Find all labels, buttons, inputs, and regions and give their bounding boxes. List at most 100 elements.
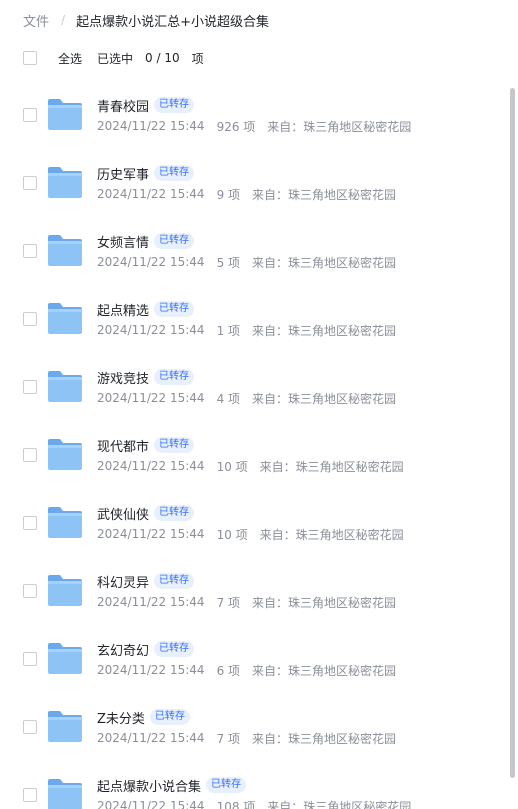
file-name[interactable]: 起点爆款小说合集 (97, 776, 201, 795)
file-item-count: 10 项 (216, 527, 248, 542)
saved-status-badge: 已转存 (149, 709, 190, 725)
file-name[interactable]: 武侠仙侠 (97, 504, 149, 523)
saved-status-badge: 已转存 (206, 777, 247, 793)
file-source: 来自：珠三角地区秘密花园 (252, 731, 397, 746)
row-checkbox[interactable] (23, 108, 37, 122)
file-item-count: 6 项 (216, 663, 241, 678)
file-item-count: 108 项 (216, 799, 256, 809)
file-meta: 2024/11/22 15:44 9 项 来自：珠三角地区秘密花园 (97, 185, 396, 203)
file-row[interactable]: 科幻灵异 已转存 2024/11/22 15:44 7 项 来自：珠三角地区秘密… (0, 556, 508, 624)
file-name-line: 历史军事 已转存 (97, 163, 195, 183)
folder-icon (48, 167, 82, 198)
row-checkbox[interactable] (23, 176, 37, 190)
row-checkbox[interactable] (23, 312, 37, 326)
file-source: 来自：珠三角地区秘密花园 (252, 595, 397, 610)
row-checkbox[interactable] (23, 244, 37, 258)
file-name[interactable]: 女频言情 (97, 232, 149, 251)
file-row[interactable]: Z未分类 已转存 2024/11/22 15:44 7 项 来自：珠三角地区秘密… (0, 692, 508, 760)
breadcrumb-root-link[interactable]: 文件 (23, 11, 49, 30)
file-name[interactable]: 玄幻奇幻 (97, 640, 149, 659)
saved-status-badge: 已转存 (154, 641, 195, 657)
saved-status-badge: 已转存 (154, 505, 195, 521)
file-name-line: 女频言情 已转存 (97, 231, 195, 251)
file-item-count: 1 项 (216, 323, 241, 338)
row-checkbox[interactable] (23, 516, 37, 530)
file-row[interactable]: 游戏竞技 已转存 2024/11/22 15:44 4 项 来自：珠三角地区秘密… (0, 352, 508, 420)
folder-icon (48, 643, 82, 674)
saved-status-badge: 已转存 (154, 437, 195, 453)
file-row[interactable]: 起点精选 已转存 2024/11/22 15:44 1 项 来自：珠三角地区秘密… (0, 284, 508, 352)
scrollbar[interactable] (508, 80, 518, 809)
row-checkbox[interactable] (23, 448, 37, 462)
file-item-count: 4 项 (216, 391, 241, 406)
file-source: 来自：珠三角地区秘密花园 (252, 391, 397, 406)
file-item-count: 926 项 (216, 119, 256, 134)
file-source: 来自：珠三角地区秘密花园 (252, 323, 397, 338)
select-all-checkbox[interactable] (23, 51, 37, 65)
file-row[interactable]: 女频言情 已转存 2024/11/22 15:44 5 项 来自：珠三角地区秘密… (0, 216, 508, 284)
file-meta: 2024/11/22 15:44 6 项 来自：珠三角地区秘密花园 (97, 661, 396, 679)
file-date: 2024/11/22 15:44 (97, 187, 205, 201)
row-checkbox[interactable] (23, 788, 37, 802)
saved-status-badge: 已转存 (154, 573, 195, 589)
file-source: 来自：珠三角地区秘密花园 (252, 663, 397, 678)
row-checkbox[interactable] (23, 380, 37, 394)
file-item-count: 7 项 (216, 595, 241, 610)
file-row[interactable]: 现代都市 已转存 2024/11/22 15:44 10 项 来自：珠三角地区秘… (0, 420, 508, 488)
file-name[interactable]: 起点精选 (97, 300, 149, 319)
file-item-count: 7 项 (216, 731, 241, 746)
file-source: 来自：珠三角地区秘密花园 (259, 527, 404, 542)
row-checkbox[interactable] (23, 720, 37, 734)
breadcrumb: 文件 / 起点爆款小说汇总+小说超级合集 (23, 10, 269, 30)
file-row[interactable]: 武侠仙侠 已转存 2024/11/22 15:44 10 项 来自：珠三角地区秘… (0, 488, 508, 556)
row-checkbox[interactable] (23, 584, 37, 598)
file-name-line: 武侠仙侠 已转存 (97, 503, 195, 523)
file-date: 2024/11/22 15:44 (97, 323, 205, 337)
file-name[interactable]: Z未分类 (97, 708, 145, 727)
file-meta: 2024/11/22 15:44 5 项 来自：珠三角地区秘密花园 (97, 253, 396, 271)
row-checkbox[interactable] (23, 652, 37, 666)
folder-icon (48, 303, 82, 334)
breadcrumb-current-folder: 起点爆款小说汇总+小说超级合集 (76, 14, 269, 30)
file-meta: 2024/11/22 15:44 10 项 来自：珠三角地区秘密花园 (97, 457, 404, 475)
file-source: 来自：珠三角地区秘密花园 (259, 459, 404, 474)
folder-icon (48, 439, 82, 470)
file-meta: 2024/11/22 15:44 10 项 来自：珠三角地区秘密花园 (97, 525, 404, 543)
selection-bar: 全选 已选中 0 / 10 项 (23, 48, 204, 68)
saved-status-badge: 已转存 (154, 369, 195, 385)
selected-label: 已选中 (97, 51, 134, 66)
file-meta: 2024/11/22 15:44 926 项 来自：珠三角地区秘密花园 (97, 117, 411, 135)
selected-count: 0 / 10 (145, 51, 180, 65)
saved-status-badge: 已转存 (154, 233, 195, 249)
file-item-count: 10 项 (216, 459, 248, 474)
saved-status-badge: 已转存 (154, 165, 195, 181)
file-date: 2024/11/22 15:44 (97, 731, 205, 745)
folder-icon (48, 575, 82, 606)
file-date: 2024/11/22 15:44 (97, 119, 205, 133)
folder-icon (48, 507, 82, 538)
file-item-count: 5 项 (216, 255, 241, 270)
folder-icon (48, 371, 82, 402)
file-name[interactable]: 游戏竞技 (97, 368, 149, 387)
select-all-label[interactable]: 全选 (58, 50, 82, 67)
scrollbar-thumb[interactable] (510, 88, 515, 778)
file-name-line: 游戏竞技 已转存 (97, 367, 195, 387)
file-date: 2024/11/22 15:44 (97, 799, 205, 809)
file-row[interactable]: 历史军事 已转存 2024/11/22 15:44 9 项 来自：珠三角地区秘密… (0, 148, 508, 216)
file-name[interactable]: 科幻灵异 (97, 572, 149, 591)
file-date: 2024/11/22 15:44 (97, 595, 205, 609)
file-name[interactable]: 现代都市 (97, 436, 149, 455)
file-row[interactable]: 起点爆款小说合集 已转存 2024/11/22 15:44 108 项 来自：珠… (0, 760, 508, 809)
file-row[interactable]: 青春校园 已转存 2024/11/22 15:44 926 项 来自：珠三角地区… (0, 80, 508, 148)
file-row[interactable]: 玄幻奇幻 已转存 2024/11/22 15:44 6 项 来自：珠三角地区秘密… (0, 624, 508, 692)
file-name[interactable]: 青春校园 (97, 96, 149, 115)
file-date: 2024/11/22 15:44 (97, 663, 205, 677)
file-source: 来自：珠三角地区秘密花园 (252, 187, 397, 202)
file-browser-page: 文件 / 起点爆款小说汇总+小说超级合集 全选 已选中 0 / 10 项 青春校… (0, 0, 518, 809)
file-name-line: 科幻灵异 已转存 (97, 571, 195, 591)
file-meta: 2024/11/22 15:44 1 项 来自：珠三角地区秘密花园 (97, 321, 396, 339)
file-name[interactable]: 历史军事 (97, 164, 149, 183)
file-date: 2024/11/22 15:44 (97, 391, 205, 405)
saved-status-badge: 已转存 (154, 301, 195, 317)
file-list: 青春校园 已转存 2024/11/22 15:44 926 项 来自：珠三角地区… (0, 80, 508, 809)
